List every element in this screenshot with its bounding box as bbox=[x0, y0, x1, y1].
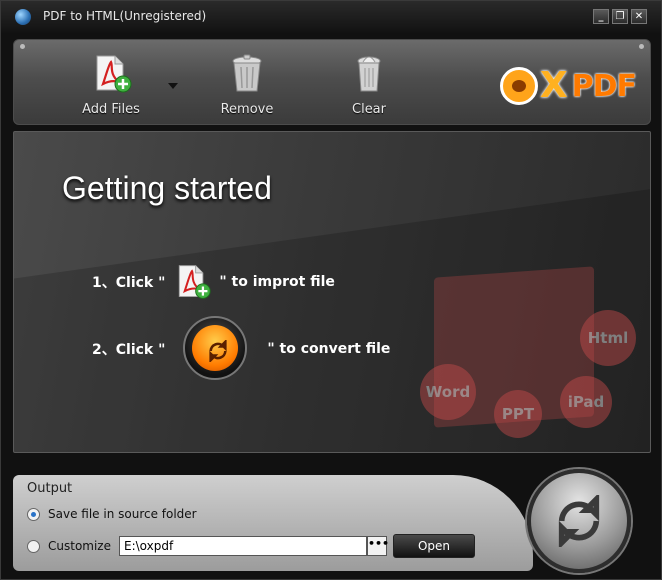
customize-label: Customize bbox=[48, 539, 111, 553]
convert-icon bbox=[183, 316, 248, 380]
trash-full-icon bbox=[357, 56, 381, 92]
clear-label: Clear bbox=[352, 102, 386, 117]
option-customize: Customize ••• Open bbox=[27, 534, 475, 558]
window-controls: _ ❐ ✕ bbox=[593, 9, 647, 24]
remove-label: Remove bbox=[220, 102, 274, 117]
title-bar[interactable]: PDF to HTML(Unregistered) _ ❐ ✕ bbox=[1, 1, 661, 33]
logo-x: X bbox=[539, 65, 568, 106]
restore-button[interactable]: ❐ bbox=[612, 9, 628, 24]
trash-icon bbox=[232, 54, 262, 92]
step1-icon-slot bbox=[165, 262, 219, 302]
oxpdf-logo: X PDF bbox=[499, 65, 637, 106]
add-pdf-icon bbox=[179, 265, 212, 299]
decor-dot-right bbox=[639, 44, 644, 49]
step2-suffix: " to convert file bbox=[267, 341, 391, 357]
step2-prefix: 2、Click " bbox=[92, 342, 166, 358]
html-badge: Html bbox=[580, 310, 636, 366]
customize-radio[interactable] bbox=[27, 539, 40, 553]
page-title: Getting started bbox=[62, 170, 272, 206]
step1-prefix: 1、Click " bbox=[92, 275, 166, 291]
convert-button[interactable] bbox=[527, 469, 631, 573]
step-1: 1、Click " " to improt file bbox=[92, 262, 335, 302]
output-path-input[interactable] bbox=[119, 536, 367, 556]
add-files-label: Add Files bbox=[82, 102, 140, 117]
step-2: 2、Click " " to convert file bbox=[92, 316, 390, 382]
clear-button[interactable]: Clear bbox=[324, 54, 414, 117]
step2-icon-slot bbox=[165, 316, 267, 382]
app-window: PDF to HTML(Unregistered) _ ❐ ✕ Add File… bbox=[0, 0, 662, 580]
add-files-dropdown[interactable] bbox=[168, 83, 178, 89]
output-panel: Output Save file in source folder Custom… bbox=[13, 475, 533, 571]
refresh-arrows-icon bbox=[558, 495, 600, 547]
logo-pdf: PDF bbox=[571, 68, 637, 104]
step1-suffix: " to improt file bbox=[219, 274, 335, 290]
close-button[interactable]: ✕ bbox=[631, 9, 647, 24]
ipad-badge: iPad bbox=[560, 376, 612, 428]
word-badge: Word bbox=[420, 364, 476, 420]
refresh-arrows-icon bbox=[209, 340, 228, 362]
add-files-button[interactable]: Add Files bbox=[66, 54, 156, 117]
ppt-badge: PPT bbox=[494, 390, 542, 438]
minimize-button[interactable]: _ bbox=[593, 9, 609, 24]
toolbar: Add Files Remove Clear X PDF bbox=[13, 39, 651, 125]
source-folder-radio[interactable] bbox=[27, 507, 40, 521]
source-folder-label: Save file in source folder bbox=[48, 507, 197, 521]
add-pdf-icon bbox=[96, 55, 132, 93]
getting-started-panel: Html Word PPT iPad Getting started 1、Cli… bbox=[13, 131, 651, 453]
browse-button[interactable]: ••• bbox=[367, 536, 389, 556]
decor-dot-left bbox=[20, 44, 25, 49]
option-source-folder[interactable]: Save file in source folder bbox=[27, 507, 197, 521]
remove-button[interactable]: Remove bbox=[202, 54, 292, 117]
output-title: Output bbox=[27, 481, 73, 496]
globe-icon bbox=[15, 9, 31, 25]
window-title: PDF to HTML(Unregistered) bbox=[43, 9, 207, 23]
open-button[interactable]: Open bbox=[393, 534, 475, 558]
ox-head-icon bbox=[499, 67, 538, 105]
